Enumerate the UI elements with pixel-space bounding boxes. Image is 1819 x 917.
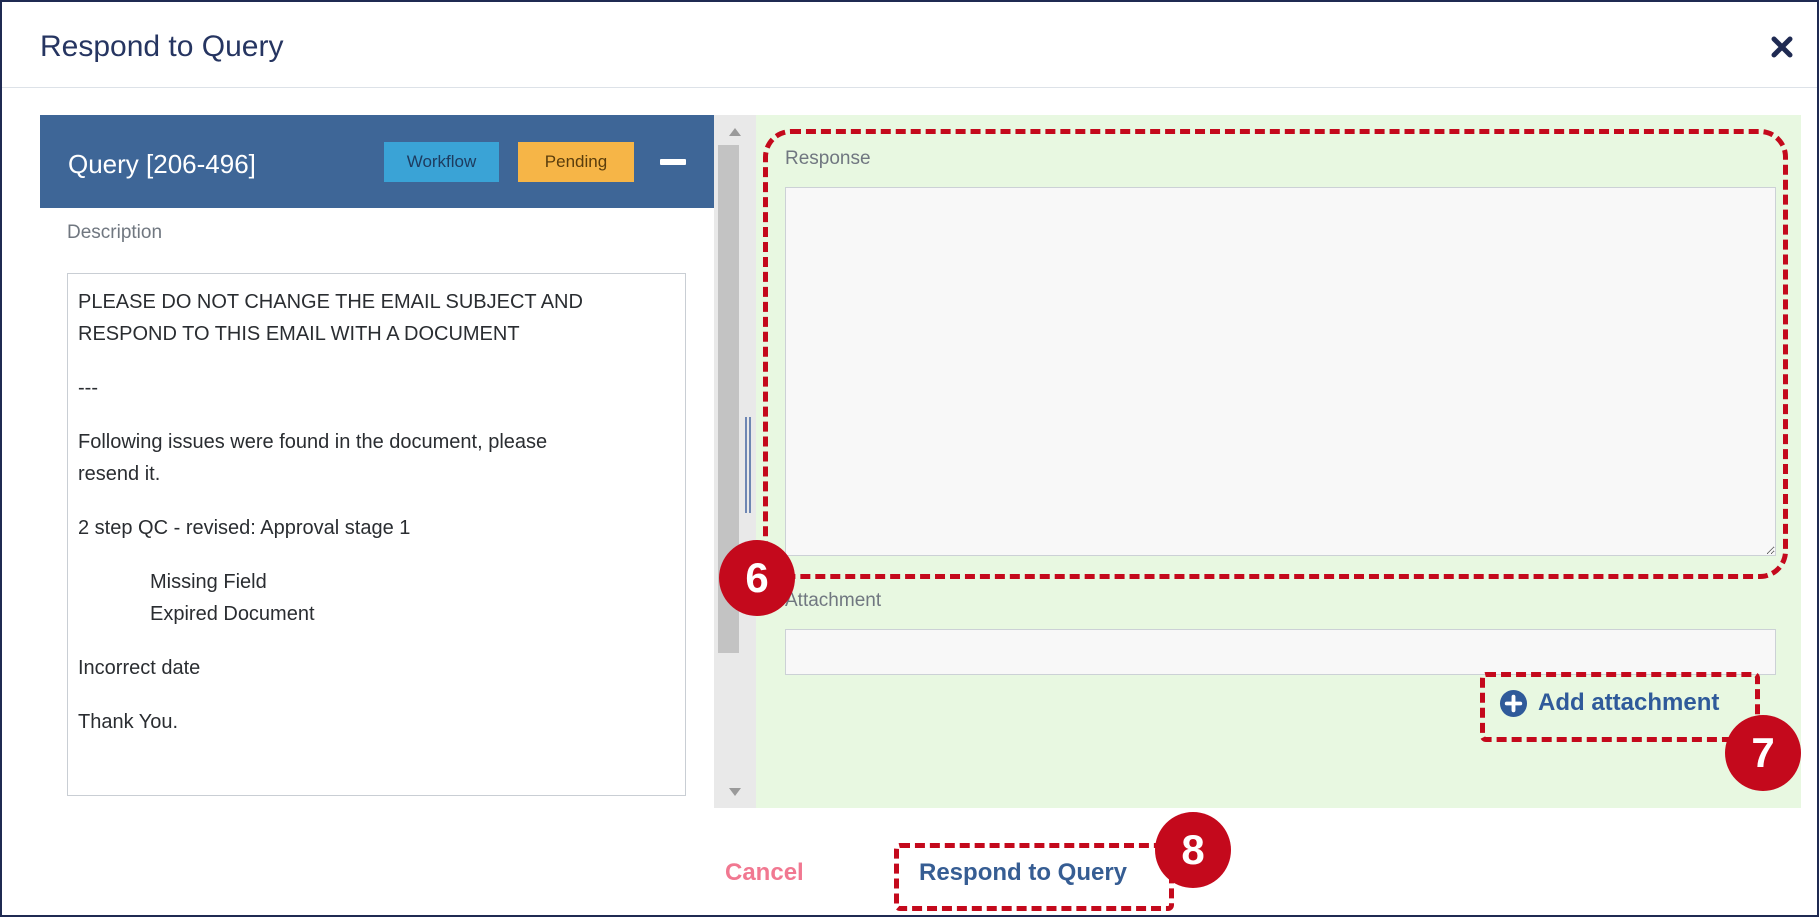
dialog-header: Respond to Query [2, 2, 1817, 88]
description-label: Description [67, 222, 163, 243]
query-header: Query [206-496] Workflow Pending [40, 115, 714, 208]
scroll-down-arrow-icon[interactable] [729, 788, 741, 796]
workflow-badge[interactable]: Workflow [384, 142, 499, 182]
description-box: PLEASE DO NOT CHANGE THE EMAIL SUBJECT A… [67, 273, 686, 796]
annotation-marker-6: 6 [719, 540, 795, 616]
description-issue: Expired Document [150, 603, 315, 625]
description-line: Thank You. [78, 711, 179, 733]
pending-status-badge[interactable]: Pending [518, 142, 634, 182]
scroll-up-arrow-icon[interactable] [729, 128, 741, 136]
annotation-marker-8: 8 [1155, 812, 1231, 888]
resize-grip[interactable] [745, 417, 753, 513]
annotation-marker-7: 7 [1725, 715, 1801, 791]
description-line: 2 step QC - revised: Approval stage 1 [78, 517, 411, 539]
attachment-label: Attachment [785, 590, 882, 611]
attachment-input[interactable] [785, 629, 1776, 675]
minus-icon [660, 159, 686, 165]
annotation-response-highlight [763, 129, 1788, 579]
dialog-title: Respond to Query [40, 30, 284, 63]
description-issue: Missing Field [150, 571, 267, 593]
annotation-attachment-highlight [1480, 672, 1760, 742]
annotation-respond-button-highlight [894, 843, 1174, 911]
description-line: PLEASE DO NOT CHANGE THE EMAIL SUBJECT A… [78, 291, 583, 313]
description-separator: --- [78, 377, 98, 399]
description-line: Following issues were found in the docum… [78, 431, 548, 453]
scrollbar[interactable] [714, 115, 756, 808]
cancel-button[interactable]: Cancel [725, 859, 804, 887]
collapse-minus-icon[interactable] [652, 153, 694, 171]
description-line: Incorrect date [78, 657, 201, 679]
query-title: Query [206-496] [68, 149, 256, 179]
description-line: resend it. [78, 463, 161, 485]
respond-to-query-dialog: Respond to Query Query [206-496] Workflo… [0, 0, 1819, 917]
description-line: RESPOND TO THIS EMAIL WITH A DOCUMENT [78, 323, 520, 345]
close-icon[interactable] [1769, 34, 1795, 60]
